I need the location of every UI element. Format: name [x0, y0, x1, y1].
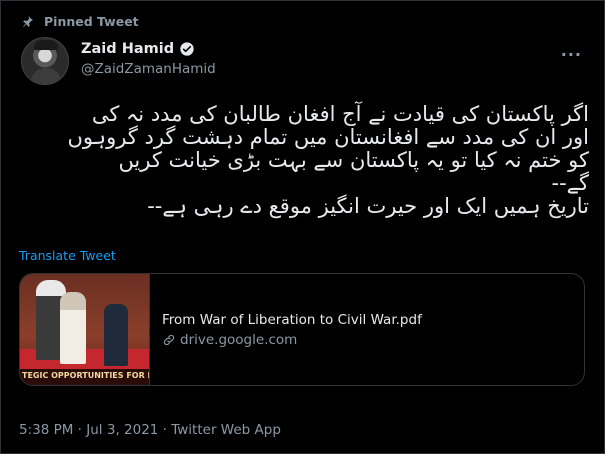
link-icon	[162, 333, 176, 347]
tweet-line: اگر پاکستان کی قیادت نے آج افغان طالبان …	[91, 102, 589, 126]
tweet-container: Pinned Tweet Zaid Hamid @ZaidZamanHamid …	[0, 0, 605, 454]
tweet-text: اگر پاکستان کی قیادت نے آج افغان طالبان …	[19, 102, 590, 218]
thumbnail-caption: TEGIC OPPORTUNITIES FOR PAKISTA	[20, 369, 149, 385]
pinned-label: Pinned Tweet	[44, 14, 139, 29]
link-preview-card[interactable]: TEGIC OPPORTUNITIES FOR PAKISTA From War…	[19, 273, 585, 386]
card-thumbnail: TEGIC OPPORTUNITIES FOR PAKISTA	[20, 274, 150, 385]
card-title: From War of Liberation to Civil War.pdf	[162, 311, 422, 328]
translate-tweet-link[interactable]: Translate Tweet	[19, 248, 116, 263]
tweet-line: کو ختم نہ کیا تو یہ پاکستان سے بہت بڑی خ…	[118, 148, 589, 172]
pin-icon	[21, 15, 34, 28]
avatar[interactable]	[21, 37, 69, 85]
author-block: Zaid Hamid @ZaidZamanHamid	[81, 41, 216, 77]
card-domain-text: drive.google.com	[180, 331, 298, 348]
tweet-line: اور ان کی مدد سے افغانستان میں تمام دہشت…	[67, 125, 590, 149]
author-handle[interactable]: @ZaidZamanHamid	[81, 61, 216, 77]
display-name[interactable]: Zaid Hamid	[81, 41, 174, 57]
card-domain: drive.google.com	[162, 332, 422, 348]
tweet-timestamp[interactable]: 5:38 PM · Jul 3, 2021 · Twitter Web App	[19, 422, 281, 438]
pinned-indicator: Pinned Tweet	[21, 14, 139, 29]
more-options-icon[interactable]: ···	[561, 45, 582, 64]
tweet-line: تاریخ ہمیں ایک اور حیرت انگیز موقع دے رہ…	[147, 194, 589, 218]
tweet-line: گے--	[551, 171, 589, 195]
verified-badge-icon	[179, 41, 195, 57]
